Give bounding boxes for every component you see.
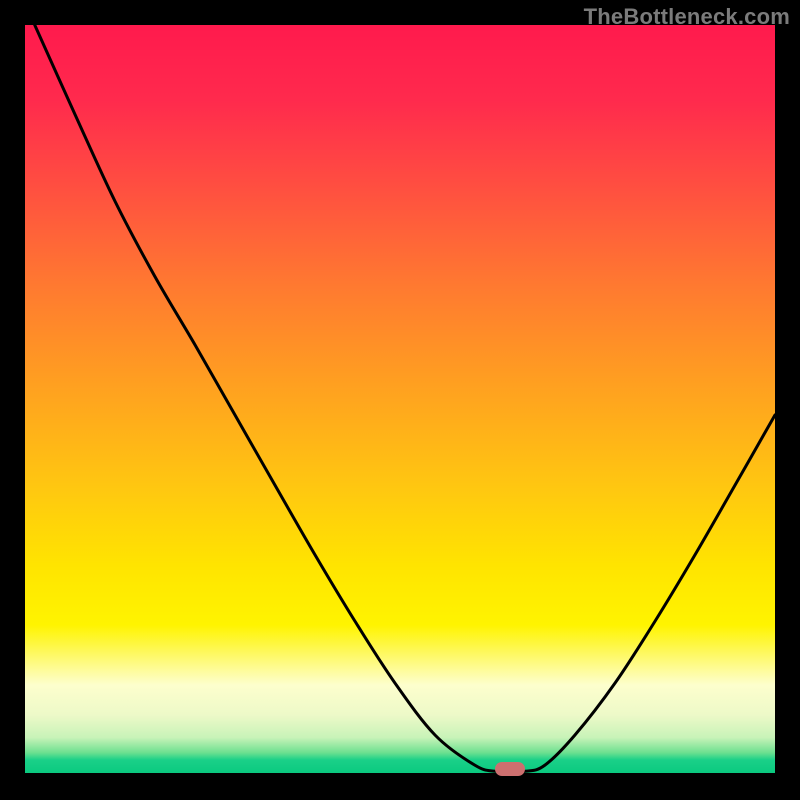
watermark-text: TheBottleneck.com (584, 4, 790, 30)
plot-area (25, 25, 775, 775)
x-axis-baseline (25, 773, 775, 775)
chart-frame: TheBottleneck.com (0, 0, 800, 800)
bottleneck-curve (25, 25, 775, 775)
optimal-marker (495, 762, 525, 776)
